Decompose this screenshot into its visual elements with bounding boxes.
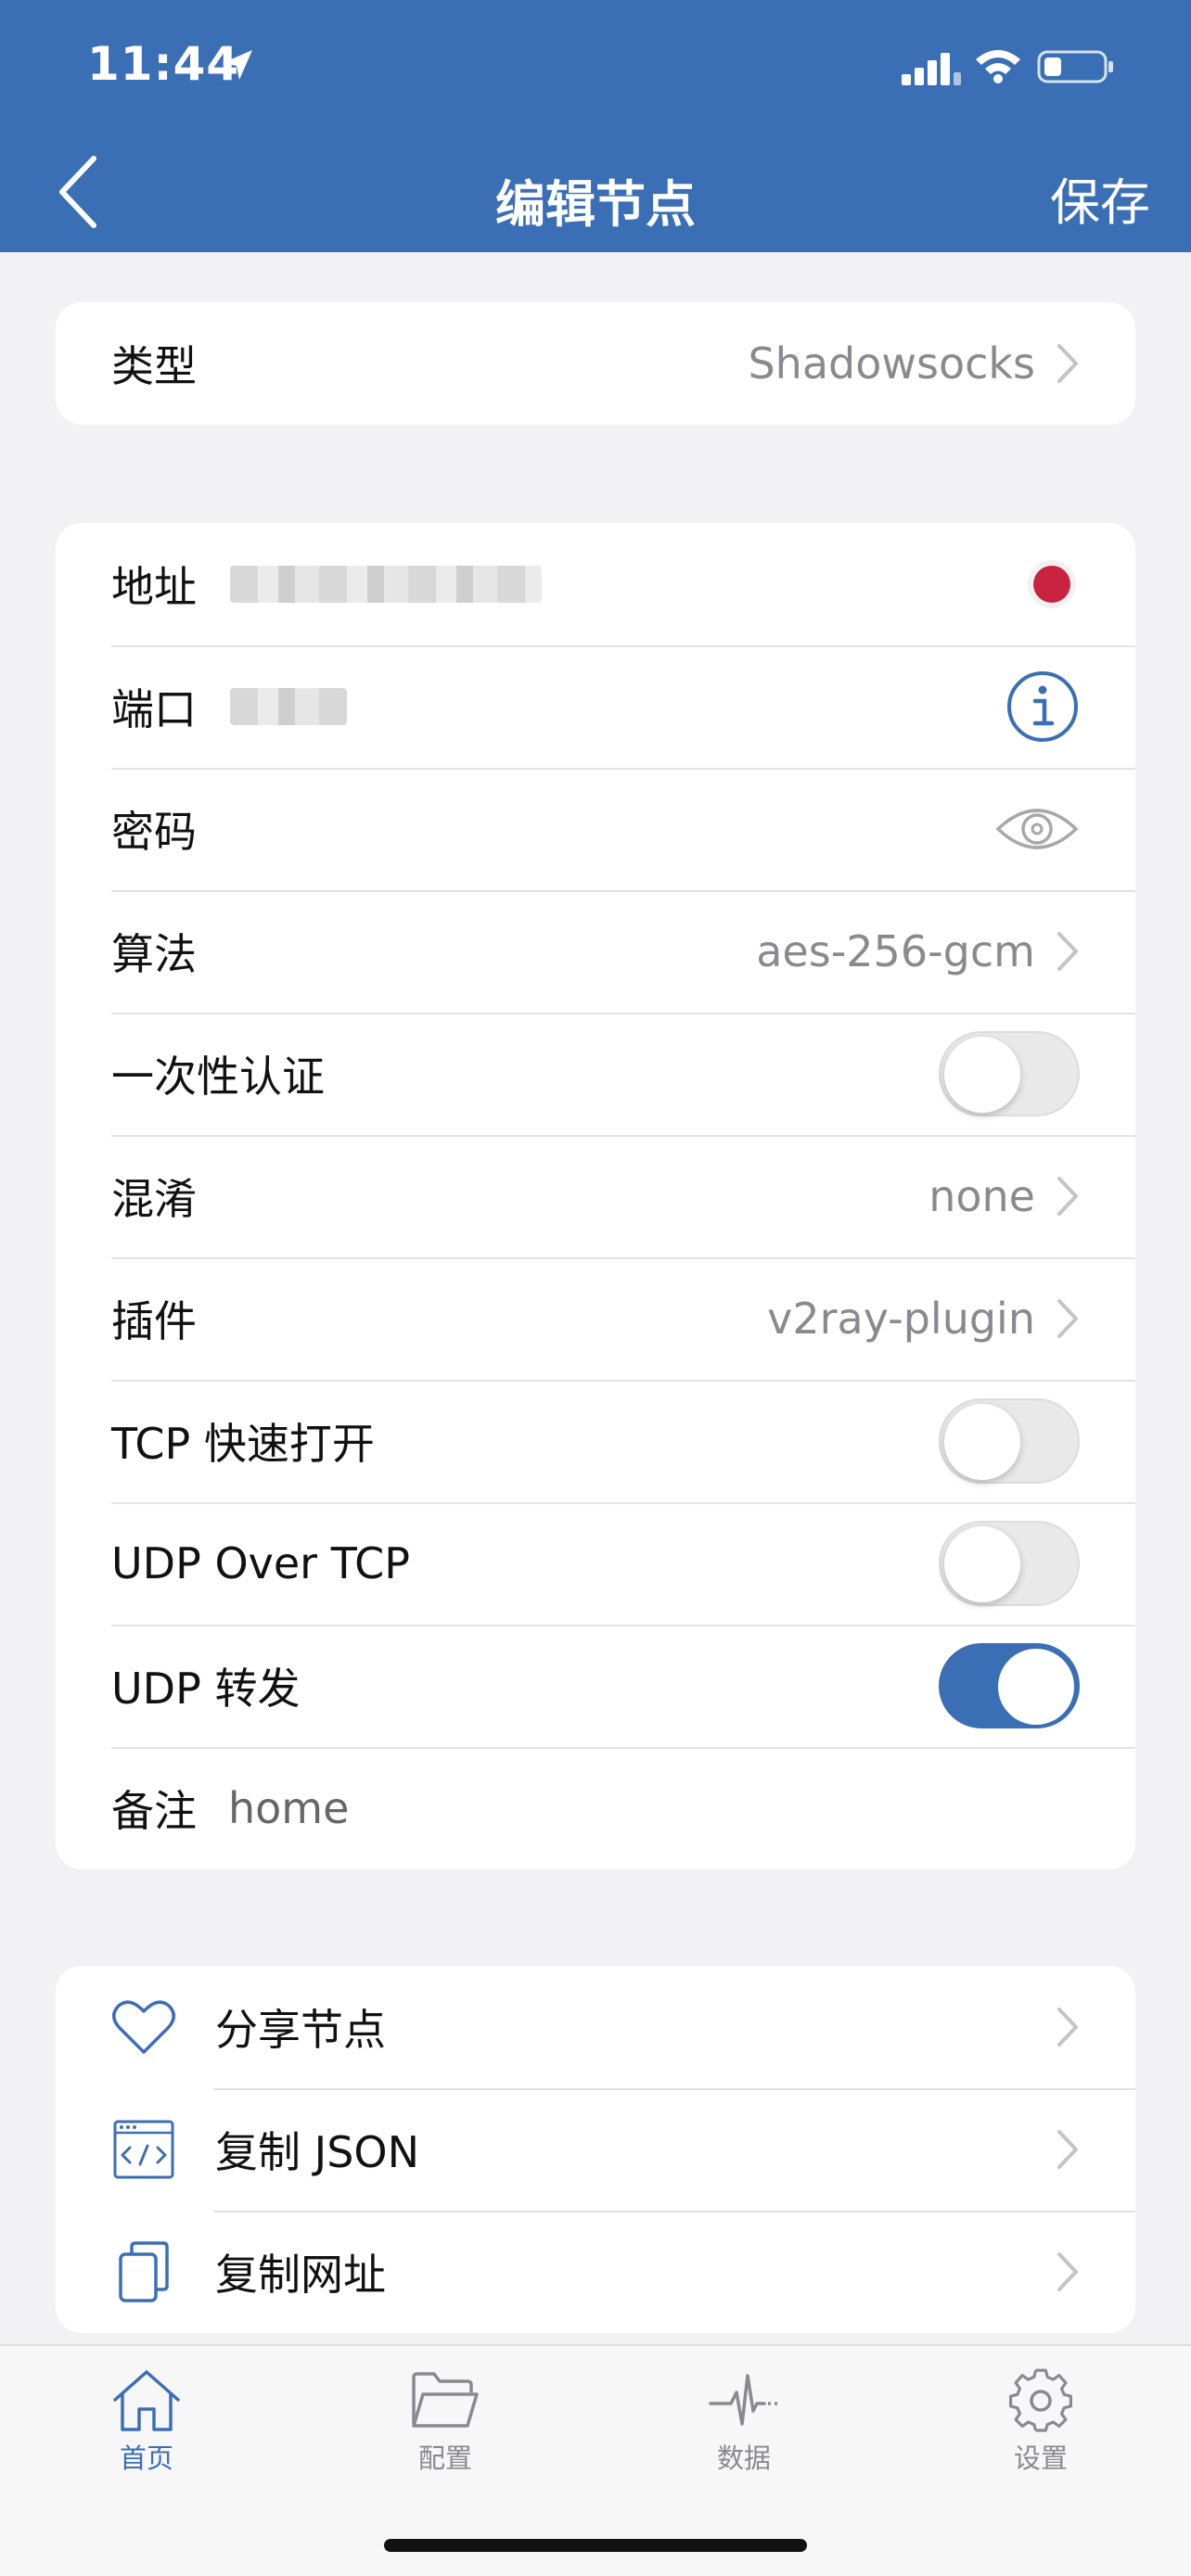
uot-label: UDP Over TCP	[111, 1538, 410, 1588]
copy-url-label: 复制网址	[215, 2250, 386, 2300]
ota-label: 一次性认证	[111, 1052, 325, 1102]
share-node-label: 分享节点	[215, 2005, 386, 2055]
uot-toggle[interactable]	[939, 1521, 1080, 1606]
code-window-icon	[111, 2117, 176, 2182]
tab-home[interactable]: 首页	[63, 2368, 230, 2476]
pulse-icon	[709, 2374, 777, 2426]
password-label: 密码	[111, 807, 197, 857]
chevron-right-icon	[1057, 2130, 1078, 2169]
info-icon[interactable]	[1005, 670, 1080, 744]
copy-json-row[interactable]: 复制 JSON	[56, 2088, 1135, 2211]
nav-bar: 编辑节点 保存	[0, 130, 1191, 252]
tfo-toggle[interactable]	[939, 1398, 1080, 1484]
heart-icon	[111, 1995, 176, 2060]
obfs-value: none	[928, 1171, 1035, 1221]
battery-icon	[1037, 50, 1113, 83]
obfs-label: 混淆	[111, 1174, 197, 1224]
udp-relay-label: UDP 转发	[111, 1664, 301, 1714]
toggle-knob	[944, 1404, 1020, 1480]
location-arrow-icon	[223, 50, 252, 80]
plugin-value: v2ray-plugin	[767, 1294, 1035, 1344]
toggle-knob	[944, 1526, 1020, 1602]
config-card: 地址 端口 密码 算法 aes-256-gcm 一次性认证 混淆 none 插件…	[56, 523, 1135, 1869]
status-bar: 11:44	[0, 0, 1191, 130]
udp-relay-row: UDP 转发	[56, 1625, 1135, 1747]
edit-node-screen: 11:44 编辑节点 保存 类型 Shadowsocks 地址 端口 密码 算法…	[0, 0, 1191, 2576]
share-node-row[interactable]: 分享节点	[56, 1966, 1135, 2088]
plugin-row[interactable]: 插件 v2ray-plugin	[56, 1257, 1135, 1380]
header: 11:44 编辑节点 保存	[0, 0, 1191, 252]
tab-config[interactable]: 配置	[362, 2368, 529, 2476]
tab-settings-label: 设置	[1013, 2442, 1068, 2474]
uot-row: UDP Over TCP	[56, 1502, 1135, 1625]
home-indicator	[384, 2539, 807, 2552]
type-row[interactable]: 类型 Shadowsocks	[56, 302, 1135, 425]
ota-row: 一次性认证	[56, 1013, 1135, 1135]
folder-icon	[412, 2372, 479, 2428]
status-time: 11:44	[87, 37, 240, 91]
address-row[interactable]: 地址	[56, 523, 1135, 645]
ota-toggle[interactable]	[939, 1031, 1080, 1116]
copy-json-label: 复制 JSON	[215, 2127, 420, 2177]
chevron-right-icon	[1057, 932, 1078, 971]
note-label: 备注	[111, 1786, 197, 1836]
type-card: 类型 Shadowsocks	[56, 302, 1135, 425]
eye-icon[interactable]	[994, 801, 1080, 857]
cipher-row[interactable]: 算法 aes-256-gcm	[56, 890, 1135, 1013]
tab-settings[interactable]: 设置	[957, 2368, 1124, 2476]
copy-url-row[interactable]: 复制网址	[56, 2211, 1135, 2333]
address-value-redacted[interactable]	[230, 566, 542, 603]
tfo-label: TCP 快速打开	[111, 1419, 375, 1469]
note-row[interactable]: 备注 home	[56, 1747, 1135, 1869]
chevron-right-icon	[1057, 344, 1078, 383]
home-icon	[113, 2370, 180, 2431]
gear-icon	[1009, 2368, 1072, 2432]
port-value-redacted[interactable]	[230, 688, 347, 725]
tab-data[interactable]: 数据	[660, 2368, 827, 2476]
toggle-knob	[998, 1649, 1074, 1725]
tab-home-label: 首页	[119, 2442, 173, 2474]
copy-icon	[111, 2239, 176, 2304]
cipher-label: 算法	[111, 929, 197, 979]
chevron-right-icon	[1057, 2008, 1078, 2047]
note-input[interactable]: home	[228, 1783, 349, 1833]
udp-relay-toggle[interactable]	[939, 1643, 1080, 1728]
type-label: 类型	[111, 341, 197, 391]
chevron-right-icon	[1057, 1299, 1078, 1338]
page-title: 编辑节点	[495, 175, 696, 234]
cellular-signal-icon	[902, 53, 961, 85]
chevron-right-icon	[1057, 2252, 1078, 2291]
plugin-label: 插件	[111, 1296, 197, 1346]
tab-config-label: 配置	[417, 2442, 472, 2474]
password-row[interactable]: 密码	[56, 768, 1135, 890]
port-label: 端口	[111, 684, 197, 734]
tfo-row: TCP 快速打开	[56, 1380, 1135, 1502]
type-value: Shadowsocks	[748, 338, 1035, 389]
obfs-row[interactable]: 混淆 none	[56, 1135, 1135, 1257]
toggle-knob	[944, 1037, 1020, 1113]
chevron-right-icon	[1057, 1177, 1078, 1216]
actions-card: 分享节点 复制 JSON 复制网址	[56, 1966, 1135, 2333]
address-label: 地址	[111, 562, 197, 612]
save-button[interactable]: 保存	[1050, 161, 1150, 235]
wifi-icon	[976, 50, 1020, 83]
status-dot-icon	[1028, 560, 1076, 608]
tab-data-label: 数据	[716, 2442, 771, 2474]
port-row[interactable]: 端口	[56, 645, 1135, 768]
cipher-value: aes-256-gcm	[756, 926, 1035, 976]
